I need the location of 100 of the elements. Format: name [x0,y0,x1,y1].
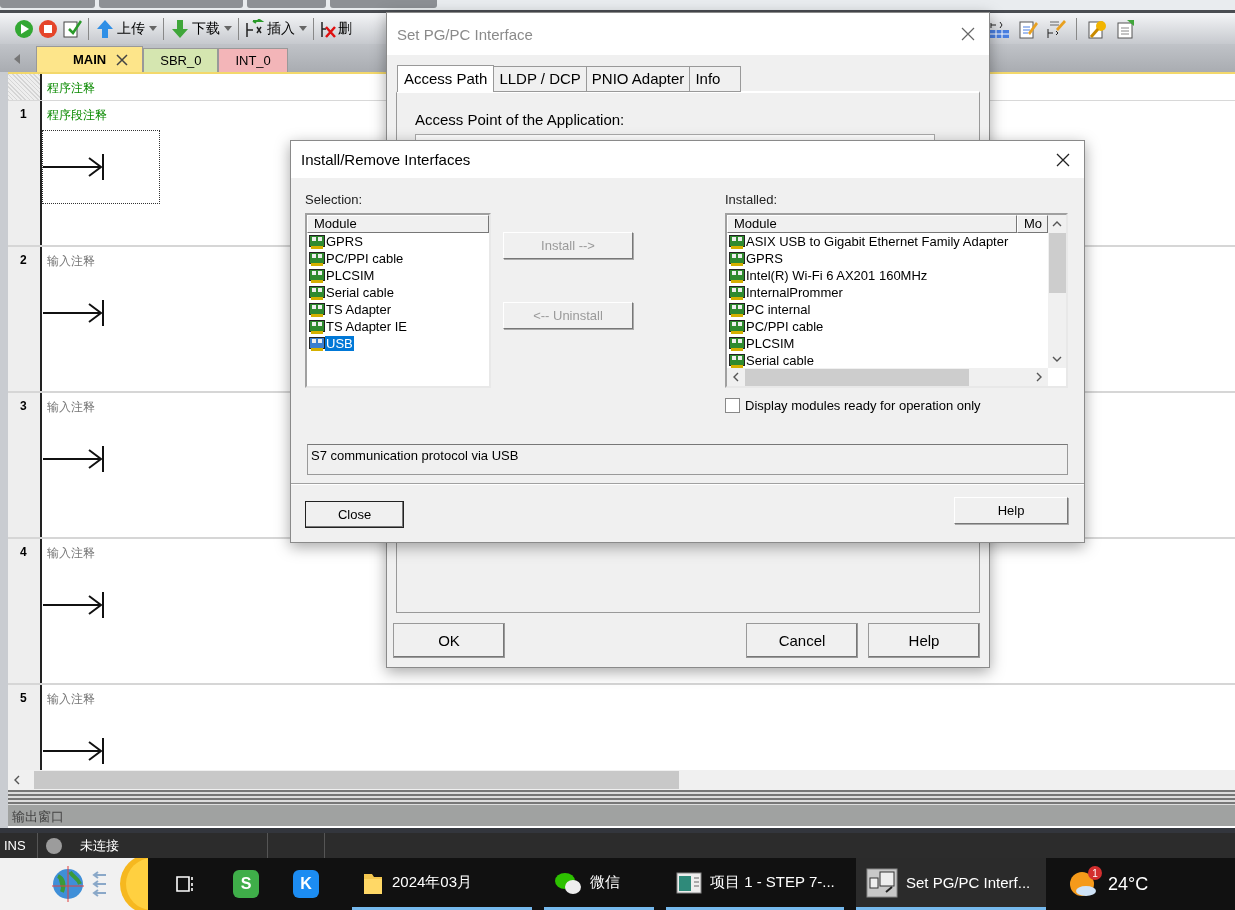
network-number: 2 [8,247,40,391]
scroll-thumb[interactable] [34,771,679,789]
program-comment[interactable]: 程序注释 [42,74,95,100]
chat-icon[interactable] [554,870,582,895]
weather-icon[interactable] [1068,870,1098,898]
dialog-tab[interactable]: Access Path [397,65,495,92]
network-card-icon [309,319,325,334]
dialog-tab[interactable]: LLDP / DCP [493,66,587,92]
scroll-left-icon[interactable] [12,775,22,785]
network-card-icon [729,336,745,351]
editor-tab[interactable]: INT_0 [218,48,288,72]
taskbar-item[interactable]: Set PG/PC Interf... [856,858,1046,910]
temperature: 24°C [1108,873,1149,895]
selection-list[interactable]: Module GPRS PC/PPI cable PLCSIM Serial cable TS Adapter TS Adapter IE USB [305,213,491,388]
network-card-icon [729,251,745,266]
key-icon[interactable] [1087,18,1107,39]
run-icon[interactable] [14,18,34,39]
taskbar-item[interactable]: 项目 1 - STEP 7-... [666,858,844,910]
network-card-icon [729,234,745,249]
splitter-bar[interactable] [8,790,1235,805]
dialog-button[interactable]: Cancel [746,623,858,658]
dialog-button[interactable]: Help [868,623,980,658]
up-arrow-icon[interactable] [95,18,115,39]
caret-icon[interactable] [224,25,232,32]
scroll-thumb[interactable] [745,368,969,386]
horizontal-scrollbar[interactable] [727,368,1048,386]
list-item[interactable]: TS Adapter IE [307,318,489,335]
list-item[interactable]: TS Adapter [307,301,489,318]
installed-list[interactable]: Module Mo ASIX USB to Gigabit Ethernet Family Adapter GPRS Intel(R) Wi-Fi 6 AX201 160MHz InternalPrommer PC internal PC/PPI cable PLCSIM Serial cable [725,213,1068,388]
description-field: S7 communication protocol via USB [307,444,1068,475]
help-button[interactable]: Help [954,497,1068,524]
edit-rung-icon[interactable] [1046,18,1066,39]
arrows-icon[interactable] [90,869,108,899]
edit-document-icon[interactable] [1018,18,1038,39]
toolbar-button[interactable]: 上传 [95,18,145,39]
close-icon[interactable] [116,53,129,66]
dialog-button[interactable]: OK [393,623,505,658]
dialog-title: Install/Remove Interfaces [301,151,471,168]
column-header[interactable]: Mo [1017,215,1048,233]
toolbar-button[interactable]: 下载 [170,18,220,39]
network-card-icon [309,285,325,300]
network-card-icon [309,268,325,283]
connection-status: 未连接 [80,836,119,855]
list-item[interactable]: USB [307,335,489,352]
list-item[interactable]: GPRS [307,233,489,250]
network-card-icon [309,234,325,249]
window-icon[interactable] [676,871,702,894]
stop-icon[interactable] [38,18,58,39]
scroll-right-icon[interactable] [1034,372,1044,382]
dialog-title: Set PG/PC Interface [397,25,533,43]
globe-icon[interactable] [50,866,86,902]
dialog-tab[interactable]: PNIO Adapter [585,66,691,92]
coil-rung-drawing [43,152,105,182]
network-comment[interactable]: 程序段注释 [42,101,160,124]
list-item[interactable]: PC/PPI cable [307,250,489,267]
dialog-tab[interactable]: Info [689,66,742,92]
network-comment[interactable]: 输入注释 [42,393,160,416]
network-card-icon [309,302,325,317]
toolbar-button[interactable]: 插入 [245,18,295,39]
scroll-left-icon[interactable] [731,372,741,382]
coil-rung-drawing [43,590,105,620]
caret-icon[interactable] [299,25,307,32]
insert-rung-icon[interactable] [245,18,265,39]
toolbar-button[interactable]: 删 [320,18,352,39]
network-comment[interactable]: 输入注释 [42,685,160,708]
close-dialog-button[interactable]: Close [305,501,404,528]
insert-mode: INS [4,838,26,853]
network-settings-icon[interactable] [866,867,898,898]
network-number: 5 [8,685,40,770]
column-header[interactable]: Module [727,215,1017,233]
scroll-down-icon[interactable] [1052,354,1062,364]
editor-tab[interactable]: SBR_0 [143,48,219,72]
horizontal-scrollbar[interactable] [8,770,1235,790]
network-comment[interactable]: 输入注释 [42,539,160,562]
taskbar-item[interactable]: 2024年03月 [352,858,532,910]
taskbar-item[interactable]: 微信 [544,858,654,910]
list-item[interactable]: Serial cable [307,284,489,301]
checkbox[interactable] [725,398,740,413]
network-comment[interactable]: 输入注释 [42,247,160,270]
editor-tab[interactable]: MAIN [36,46,144,72]
installed-label: Installed: [725,192,779,208]
notification-badge: 1 [1088,866,1102,880]
list-item[interactable]: PLCSIM [307,267,489,284]
clipboard-icon[interactable] [1115,18,1135,39]
widget-panel[interactable] [0,858,148,910]
column-header[interactable]: Module [307,215,489,233]
selection-label: Selection: [305,192,364,208]
checklist-icon[interactable] [62,18,82,39]
down-arrow-icon[interactable] [170,18,190,39]
scroll-thumb[interactable] [1048,233,1066,293]
caret-icon[interactable] [149,25,157,32]
coil-rung-drawing [43,736,105,766]
network-card-icon [729,319,745,334]
vertical-scrollbar[interactable] [1048,215,1066,368]
network-number: 3 [8,393,40,537]
network-number: 1 [8,101,40,245]
rung-area[interactable] [42,130,160,204]
connection-status-icon [46,837,62,854]
scroll-up-icon[interactable] [1052,219,1062,229]
checkbox-label[interactable]: Display modules ready for operation only [745,398,981,413]
